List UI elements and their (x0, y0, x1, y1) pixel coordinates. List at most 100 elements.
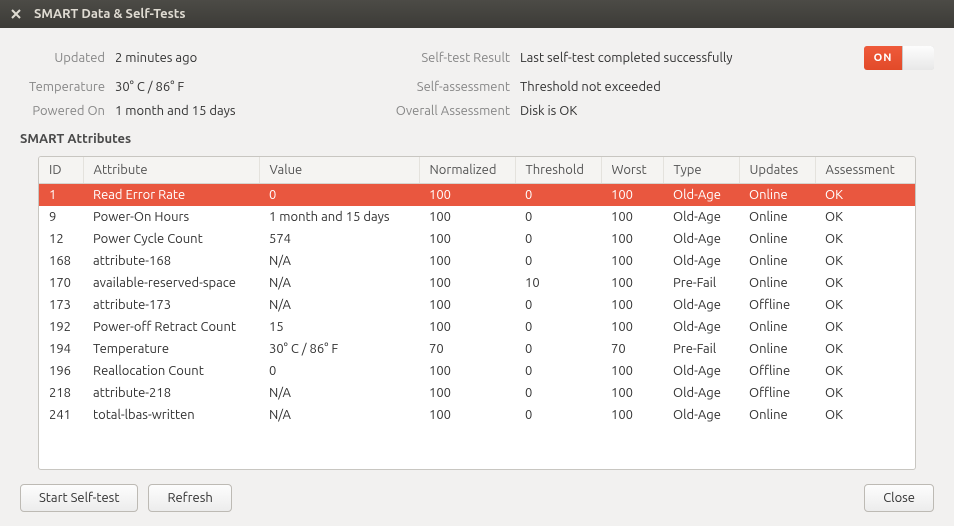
smart-toggle[interactable]: ON (864, 46, 934, 70)
cell-updates: Online (739, 316, 815, 338)
table-row[interactable]: 170available-reserved-spaceN/A10010100Pr… (39, 272, 915, 294)
cell-normalized: 100 (419, 250, 515, 272)
cell-worst: 100 (601, 404, 663, 426)
cell-normalized: 100 (419, 316, 515, 338)
cell-normalized: 100 (419, 184, 515, 207)
table-row[interactable]: 168attribute-168N/A1000100Old-AgeOnlineO… (39, 250, 915, 272)
cell-value: N/A (259, 272, 419, 294)
selfassessment-value: Threshold not exceeded (520, 80, 844, 94)
cell-type: Old-Age (663, 184, 739, 207)
cell-id: 173 (39, 294, 83, 316)
cell-value: N/A (259, 404, 419, 426)
overall-label: Overall Assessment (365, 104, 520, 118)
close-icon[interactable] (8, 6, 24, 22)
col-type[interactable]: Type (663, 157, 739, 184)
cell-updates: Offline (739, 382, 815, 404)
overall-value: Disk is OK (520, 104, 844, 118)
cell-normalized: 100 (419, 360, 515, 382)
cell-type: Pre-Fail (663, 272, 739, 294)
col-assessment[interactable]: Assessment (815, 157, 915, 184)
cell-threshold: 0 (515, 294, 601, 316)
cell-worst: 100 (601, 360, 663, 382)
start-selftest-button[interactable]: Start Self-test (20, 484, 138, 512)
col-attribute[interactable]: Attribute (83, 157, 259, 184)
col-threshold[interactable]: Threshold (515, 157, 601, 184)
info-grid: Updated 2 minutes ago Self-test Result L… (20, 46, 934, 118)
cell-value: 574 (259, 228, 419, 250)
cell-updates: Online (739, 228, 815, 250)
table-row[interactable]: 173attribute-173N/A1000100Old-AgeOffline… (39, 294, 915, 316)
cell-threshold: 0 (515, 360, 601, 382)
close-button[interactable]: Close (864, 484, 934, 512)
col-worst[interactable]: Worst (601, 157, 663, 184)
updated-value: 2 minutes ago (115, 51, 365, 65)
col-updates[interactable]: Updates (739, 157, 815, 184)
cell-assessment: OK (815, 294, 915, 316)
table-row[interactable]: 192Power-off Retract Count151000100Old-A… (39, 316, 915, 338)
attributes-table-wrap: ID Attribute Value Normalized Threshold … (38, 156, 916, 470)
cell-normalized: 100 (419, 206, 515, 228)
table-row[interactable]: 12Power Cycle Count5741000100Old-AgeOnli… (39, 228, 915, 250)
cell-assessment: OK (815, 228, 915, 250)
temperature-label: Temperature (20, 80, 115, 94)
poweredon-value: 1 month and 15 days (115, 104, 365, 118)
cell-value: 15 (259, 316, 419, 338)
cell-worst: 100 (601, 272, 663, 294)
table-row[interactable]: 241total-lbas-writtenN/A1000100Old-AgeOn… (39, 404, 915, 426)
cell-worst: 100 (601, 294, 663, 316)
cell-normalized: 100 (419, 272, 515, 294)
cell-worst: 100 (601, 382, 663, 404)
window-title: SMART Data & Self-Tests (34, 7, 186, 21)
col-id[interactable]: ID (39, 157, 83, 184)
smart-dialog: SMART Data & Self-Tests Updated 2 minute… (0, 0, 954, 526)
table-row[interactable]: 9Power-On Hours1 month and 15 days100010… (39, 206, 915, 228)
cell-assessment: OK (815, 338, 915, 360)
cell-updates: Online (739, 272, 815, 294)
selftest-label: Self-test Result (365, 51, 520, 65)
dialog-body: Updated 2 minutes ago Self-test Result L… (0, 28, 954, 526)
cell-threshold: 10 (515, 272, 601, 294)
col-normalized[interactable]: Normalized (419, 157, 515, 184)
attributes-table[interactable]: ID Attribute Value Normalized Threshold … (39, 157, 915, 426)
cell-attribute: Power-off Retract Count (83, 316, 259, 338)
cell-threshold: 0 (515, 206, 601, 228)
refresh-button[interactable]: Refresh (148, 484, 231, 512)
cell-id: 1 (39, 184, 83, 207)
cell-type: Old-Age (663, 316, 739, 338)
cell-type: Old-Age (663, 228, 739, 250)
cell-assessment: OK (815, 382, 915, 404)
cell-assessment: OK (815, 404, 915, 426)
cell-type: Old-Age (663, 250, 739, 272)
cell-normalized: 70 (419, 338, 515, 360)
cell-assessment: OK (815, 184, 915, 207)
table-row[interactable]: 1Read Error Rate01000100Old-AgeOnlineOK (39, 184, 915, 207)
cell-id: 9 (39, 206, 83, 228)
table-row[interactable]: 196Reallocation Count01000100Old-AgeOffl… (39, 360, 915, 382)
col-value[interactable]: Value (259, 157, 419, 184)
cell-worst: 100 (601, 228, 663, 250)
cell-id: 170 (39, 272, 83, 294)
cell-assessment: OK (815, 206, 915, 228)
cell-value: 1 month and 15 days (259, 206, 419, 228)
cell-threshold: 0 (515, 338, 601, 360)
cell-type: Old-Age (663, 382, 739, 404)
cell-threshold: 0 (515, 316, 601, 338)
table-row[interactable]: 194Temperature30° C / 86° F70070Pre-Fail… (39, 338, 915, 360)
cell-type: Old-Age (663, 206, 739, 228)
cell-worst: 70 (601, 338, 663, 360)
cell-type: Old-Age (663, 360, 739, 382)
updated-label: Updated (20, 51, 115, 65)
cell-updates: Offline (739, 360, 815, 382)
cell-normalized: 100 (419, 294, 515, 316)
cell-attribute: available-reserved-space (83, 272, 259, 294)
cell-value: 0 (259, 184, 419, 207)
cell-updates: Offline (739, 294, 815, 316)
table-row[interactable]: 218attribute-218N/A1000100Old-AgeOffline… (39, 382, 915, 404)
cell-updates: Online (739, 338, 815, 360)
cell-updates: Online (739, 404, 815, 426)
temperature-value: 30° C / 86° F (115, 80, 365, 94)
section-title: SMART Attributes (20, 132, 934, 146)
cell-type: Old-Age (663, 404, 739, 426)
cell-threshold: 0 (515, 382, 601, 404)
cell-type: Pre-Fail (663, 338, 739, 360)
